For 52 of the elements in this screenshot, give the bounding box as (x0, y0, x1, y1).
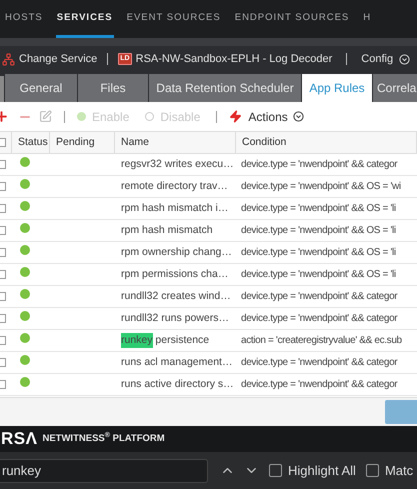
rule-name: rundll32 creates wind… (121, 288, 231, 304)
rule-condition: device.type = 'nwendpoint' && OS = 'li (241, 202, 396, 214)
hierarchy-icon (2, 52, 15, 66)
rule-name: runs active directory s… (121, 376, 234, 392)
column-header[interactable]: Condition (242, 134, 286, 150)
option-checkbox[interactable] (269, 464, 282, 477)
change-service-button[interactable]: Change Service (19, 50, 98, 68)
option-label: Matc (384, 462, 414, 480)
column-header[interactable]: Pending (56, 134, 95, 150)
chevron-icon (399, 54, 410, 64)
rule-condition: device.type = 'nwendpoint' && OS = 'li (241, 268, 396, 280)
rule-condition: device.type = 'nwendpoint' && OS = 'wi (241, 180, 401, 192)
nav-tab[interactable]: H (362, 2, 372, 38)
config-menu[interactable]: Config (361, 50, 410, 68)
column-header[interactable]: Name (121, 134, 150, 150)
rule-name: rpm permissions cha… (121, 266, 228, 282)
lightning-icon (229, 110, 242, 123)
nav-tab[interactable]: SERVICES (56, 2, 114, 38)
option-label: Highlight All (288, 462, 356, 480)
rule-condition: device.type = 'nwendpoint' && categor (241, 312, 398, 324)
tab[interactable]: Correla (373, 74, 417, 102)
rule-name: rpm hash mismatch i… (121, 200, 228, 216)
rule-name: remote directory trav… (121, 178, 228, 194)
rule-condition: device.type = 'nwendpoint' && categor (241, 290, 398, 302)
rule-condition: device.type = 'nwendpoint' && OS = 'li (241, 246, 396, 258)
nav-tab[interactable]: EVENT SOURCES (126, 2, 222, 38)
rule-condition: device.type = 'nwendpoint' && categor (241, 378, 398, 390)
search-match: runkey (121, 332, 153, 348)
rule-name: regsvr32 writes execu… (121, 156, 234, 172)
find-field[interactable]: runkey (0, 458, 208, 482)
edit-icon[interactable] (39, 110, 52, 123)
rule-name: persistence (154, 332, 210, 348)
service-name: RSA-NW-Sandbox-EPLH - Log Decoder (136, 52, 332, 67)
logo-mark: RSΛ (1, 428, 38, 450)
column-header[interactable]: Status (18, 134, 48, 150)
rule-name: runs acl management… (121, 354, 232, 370)
tab[interactable]: Data Retention Scheduler (149, 74, 301, 102)
rule-name: rundll32 runs powers… (121, 310, 229, 326)
rule-condition: device.type = 'nwendpoint' && OS = 'li (241, 224, 396, 236)
rule-condition: device.type = 'nwendpoint' && categor (241, 158, 398, 170)
tab[interactable]: General (5, 74, 77, 102)
nav-tab[interactable]: HOSTS (4, 2, 44, 38)
chevron-icon (292, 111, 304, 122)
rule-name: rpm ownership chang… (121, 244, 232, 260)
actions-menu[interactable]: Actions (248, 108, 304, 126)
option-checkbox[interactable] (366, 464, 379, 477)
rule-condition: device.type = 'nwendpoint' && categor (241, 356, 398, 368)
rule-condition: action = 'createregistryvalue' && ec.sub (241, 334, 402, 346)
nav-tab[interactable]: ENDPOINT SOURCES (234, 2, 350, 38)
product-name: NETWITNESS$^{®}$ PLATFORM (42, 432, 165, 446)
rule-name: rpm hash mismatch (121, 222, 213, 238)
tab[interactable]: Files (78, 74, 148, 102)
